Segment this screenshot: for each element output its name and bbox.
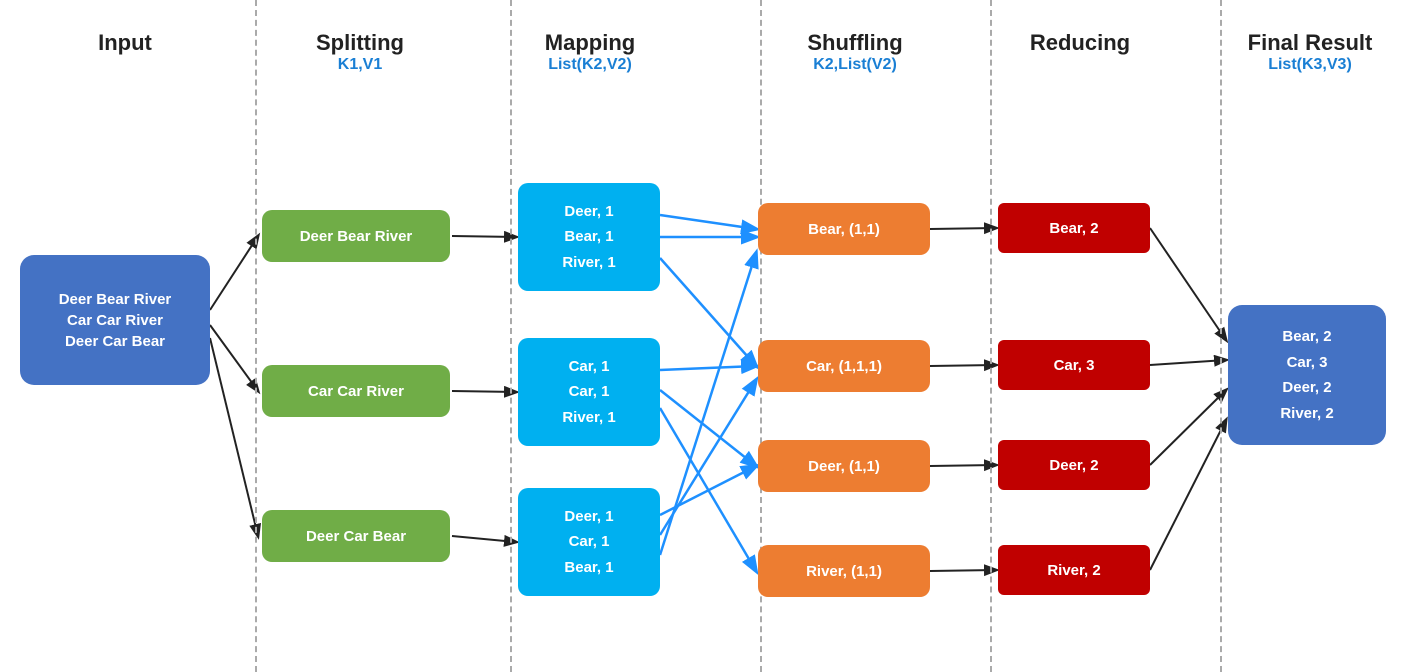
divider-2 bbox=[510, 0, 512, 672]
arrows-layer bbox=[0, 0, 1416, 672]
divider-4 bbox=[990, 0, 992, 672]
stage-header-splitting: Splitting K1,V1 bbox=[260, 30, 460, 74]
shuffle-box-4: River, (1,1) bbox=[758, 545, 930, 597]
map-box-2: Car, 1 Car, 1 River, 1 bbox=[518, 338, 660, 446]
reduce-box-2: Car, 3 bbox=[998, 340, 1150, 390]
divider-1 bbox=[255, 0, 257, 672]
stage-header-final: Final Result List(K3,V3) bbox=[1215, 30, 1405, 74]
split-box-2: Car Car River bbox=[262, 365, 450, 417]
stage-header-reducing: Reducing bbox=[990, 30, 1170, 56]
stage-header-mapping: Mapping List(K2,V2) bbox=[490, 30, 690, 74]
shuffle-box-2: Car, (1,1,1) bbox=[758, 340, 930, 392]
reduce-box-1: Bear, 2 bbox=[998, 203, 1150, 253]
map-box-3: Deer, 1 Car, 1 Bear, 1 bbox=[518, 488, 660, 596]
split-box-3: Deer Car Bear bbox=[262, 510, 450, 562]
reduce-box-3: Deer, 2 bbox=[998, 440, 1150, 490]
divider-5 bbox=[1220, 0, 1222, 672]
input-box: Deer Bear River Car Car River Deer Car B… bbox=[20, 255, 210, 385]
split-box-1: Deer Bear River bbox=[262, 210, 450, 262]
shuffle-box-1: Bear, (1,1) bbox=[758, 203, 930, 255]
map-box-1: Deer, 1 Bear, 1 River, 1 bbox=[518, 183, 660, 291]
shuffle-box-3: Deer, (1,1) bbox=[758, 440, 930, 492]
final-box: Bear, 2 Car, 3 Deer, 2 River, 2 bbox=[1228, 305, 1386, 445]
stage-header-shuffling: Shuffling K2,List(V2) bbox=[755, 30, 955, 74]
stage-header-input: Input bbox=[30, 30, 220, 56]
reduce-box-4: River, 2 bbox=[998, 545, 1150, 595]
